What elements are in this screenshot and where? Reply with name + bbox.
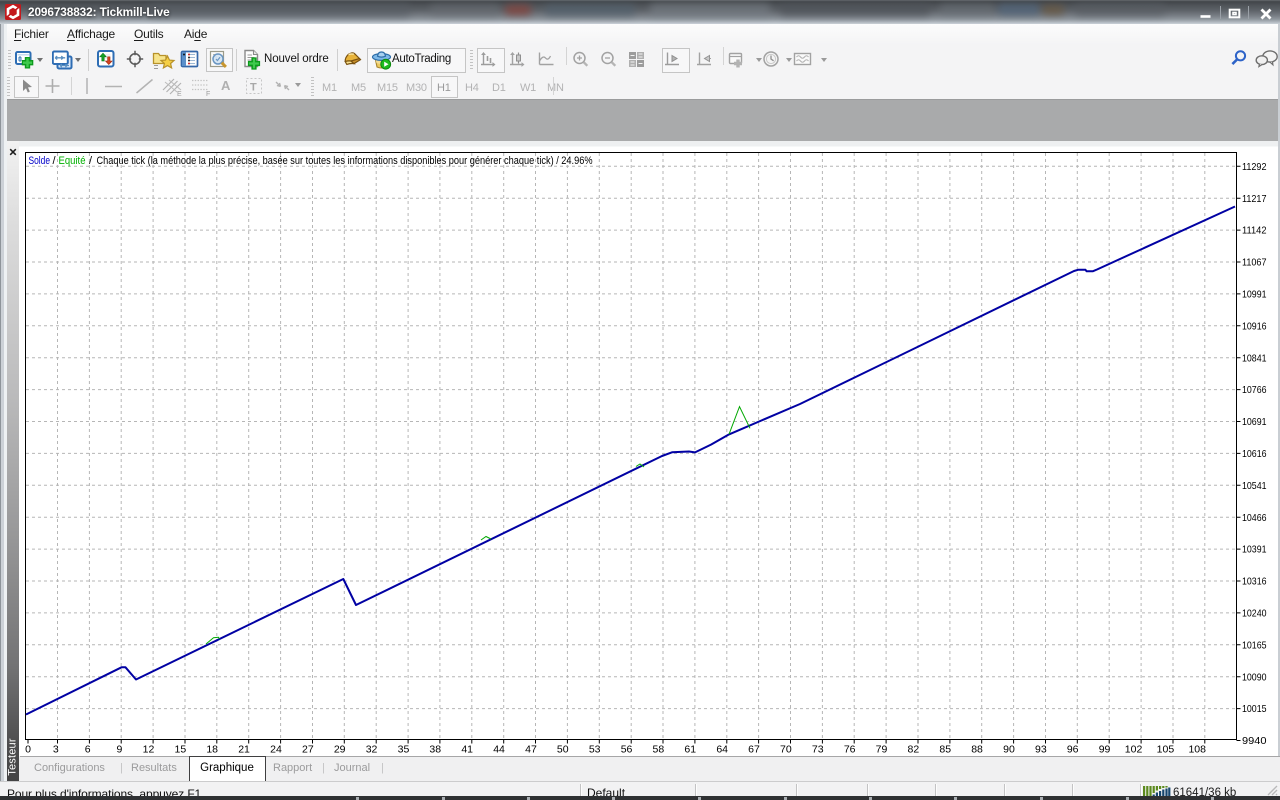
svg-text:47: 47 <box>525 744 537 756</box>
svg-text:24: 24 <box>270 744 282 756</box>
svg-text:Chaque tick (la méthode la plu: Chaque tick (la méthode la plus précise,… <box>97 155 593 167</box>
svg-text:9: 9 <box>117 744 123 756</box>
svg-text:10916: 10916 <box>1242 320 1267 332</box>
svg-text:88: 88 <box>971 744 983 756</box>
svg-text:70: 70 <box>780 744 792 756</box>
svg-text:41: 41 <box>461 744 473 756</box>
svg-text:99: 99 <box>1099 744 1111 756</box>
svg-text:10841: 10841 <box>1242 352 1267 364</box>
svg-text:10240: 10240 <box>1242 608 1267 620</box>
svg-text:11292: 11292 <box>1242 161 1267 173</box>
svg-text:50: 50 <box>557 744 569 756</box>
svg-text:Solde: Solde <box>29 155 51 167</box>
svg-text:105: 105 <box>1157 744 1175 756</box>
svg-text:10466: 10466 <box>1242 512 1267 524</box>
svg-text:12: 12 <box>143 744 155 756</box>
svg-text:11217: 11217 <box>1242 193 1267 205</box>
svg-text:93: 93 <box>1035 744 1047 756</box>
svg-text:21: 21 <box>238 744 250 756</box>
svg-text:58: 58 <box>653 744 665 756</box>
svg-text:79: 79 <box>876 744 888 756</box>
svg-text:67: 67 <box>748 744 760 756</box>
svg-text:0: 0 <box>25 744 31 756</box>
svg-text:10541: 10541 <box>1242 480 1267 492</box>
svg-text:27: 27 <box>302 744 314 756</box>
svg-text:61: 61 <box>684 744 696 756</box>
svg-text:76: 76 <box>844 744 856 756</box>
svg-text:56: 56 <box>621 744 633 756</box>
svg-text:64: 64 <box>716 744 728 756</box>
svg-text:10391: 10391 <box>1242 544 1267 556</box>
svg-text:85: 85 <box>939 744 951 756</box>
svg-text:73: 73 <box>812 744 824 756</box>
svg-text:10165: 10165 <box>1242 639 1267 651</box>
svg-text:6: 6 <box>85 744 91 756</box>
svg-text:9940: 9940 <box>1242 735 1267 747</box>
svg-text:90: 90 <box>1003 744 1015 756</box>
svg-text:32: 32 <box>366 744 378 756</box>
svg-text:44: 44 <box>493 744 505 756</box>
svg-text:11142: 11142 <box>1242 225 1267 237</box>
svg-text:29: 29 <box>334 744 346 756</box>
svg-text:53: 53 <box>589 744 601 756</box>
svg-text:10316: 10316 <box>1242 576 1267 588</box>
svg-text:108: 108 <box>1188 744 1206 756</box>
svg-text:35: 35 <box>398 744 410 756</box>
svg-text:82: 82 <box>908 744 920 756</box>
svg-text:96: 96 <box>1067 744 1079 756</box>
svg-text:10616: 10616 <box>1242 448 1267 460</box>
svg-text:3: 3 <box>53 744 59 756</box>
svg-text:10090: 10090 <box>1242 671 1267 683</box>
svg-text:102: 102 <box>1125 744 1143 756</box>
svg-text:15: 15 <box>175 744 187 756</box>
svg-text:18: 18 <box>206 744 218 756</box>
svg-text:10766: 10766 <box>1242 384 1267 396</box>
svg-text:10991: 10991 <box>1242 289 1267 301</box>
svg-text:38: 38 <box>429 744 441 756</box>
svg-text:11067: 11067 <box>1242 257 1267 269</box>
svg-text:10691: 10691 <box>1242 416 1267 428</box>
svg-text:10015: 10015 <box>1242 703 1267 715</box>
svg-text:Equité: Equité <box>59 155 86 167</box>
